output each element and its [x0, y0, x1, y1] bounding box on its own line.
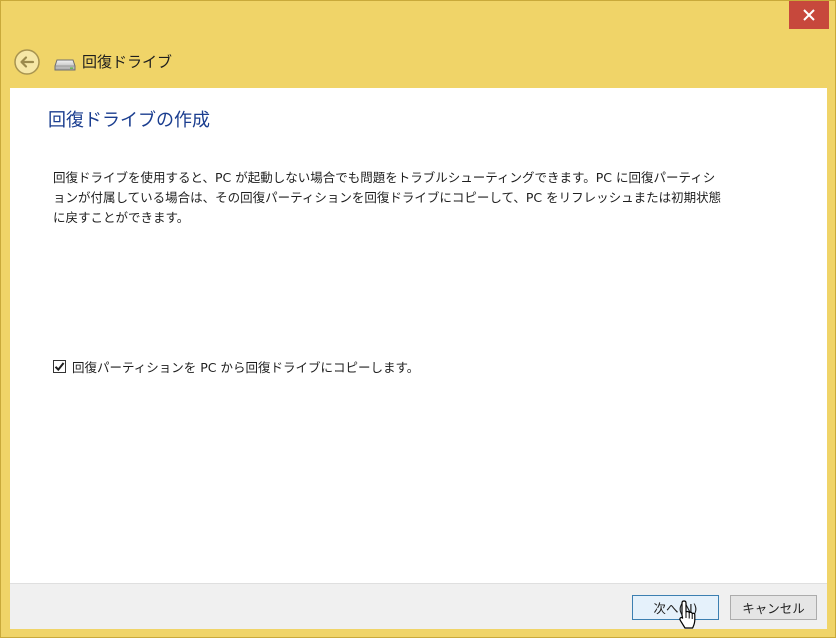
copy-partition-label[interactable]: 回復パーティションを PC から回復ドライブにコピーします。: [72, 357, 419, 376]
cancel-button[interactable]: キャンセル: [730, 595, 817, 620]
drive-icon: [54, 57, 76, 71]
wizard-footer: 次へ(N) キャンセル: [10, 583, 827, 629]
next-button[interactable]: 次へ(N): [632, 595, 719, 620]
recovery-drive-window: 回復ドライブ 回復ドライブの作成 回復ドライブを使用すると、PC が起動しない場…: [0, 0, 836, 638]
checkmark-icon: [54, 361, 65, 371]
mouse-cursor-icon: [677, 599, 697, 631]
wizard-content: 回復ドライブの作成 回復ドライブを使用すると、PC が起動しない場合でも問題をト…: [10, 88, 827, 583]
close-icon: [803, 9, 815, 21]
back-button[interactable]: [13, 48, 41, 76]
page-title: 回復ドライブの作成: [48, 110, 210, 131]
close-button[interactable]: [789, 1, 829, 29]
navigation-bar: 回復ドライブ: [1, 41, 836, 85]
back-arrow-icon: [14, 49, 40, 75]
copy-partition-checkbox[interactable]: [53, 359, 66, 373]
window-title: 回復ドライブ: [82, 53, 173, 71]
copy-partition-option[interactable]: 回復パーティションを PC から回復ドライブにコピーします。: [53, 356, 419, 376]
description-text: 回復ドライブを使用すると、PC が起動しない場合でも問題をトラブルシューティング…: [53, 170, 722, 225]
